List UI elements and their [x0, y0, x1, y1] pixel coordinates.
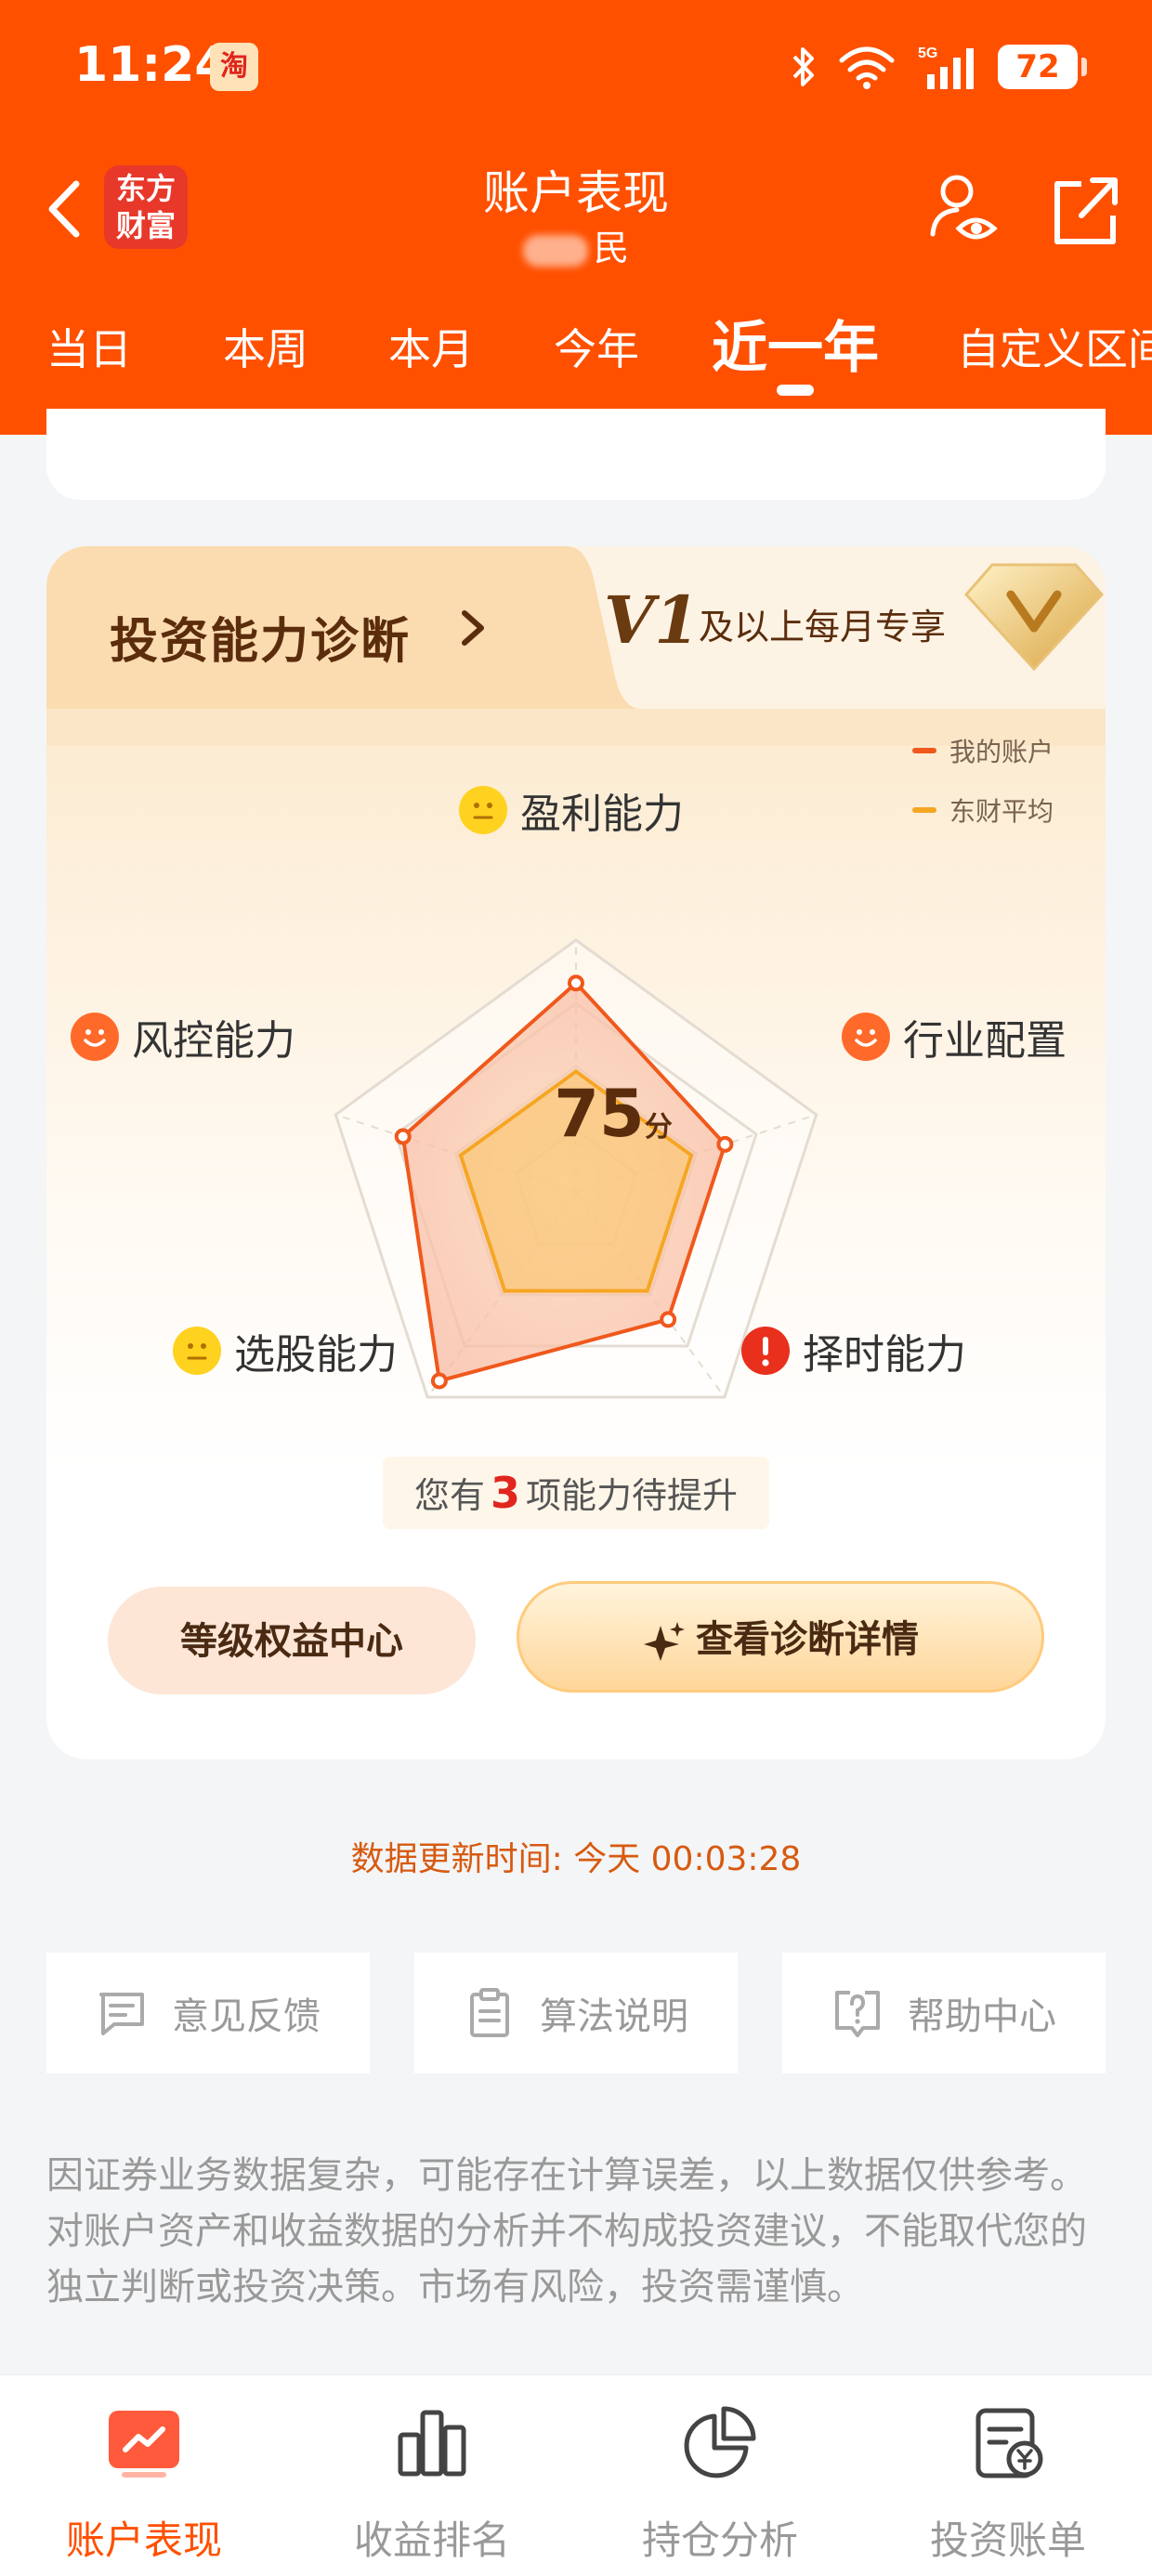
- view-diagnosis-details-button[interactable]: 查看诊断详情: [517, 1581, 1044, 1693]
- active-tab-indicator: [777, 385, 814, 396]
- radar-point: [568, 974, 584, 992]
- help-center-button[interactable]: 帮助中心: [782, 1953, 1106, 2073]
- feedback-icon: [99, 1993, 144, 2035]
- nav-label-2: 持仓分析: [641, 2517, 798, 2563]
- tab-month[interactable]: 本月: [388, 316, 474, 377]
- tab-week[interactable]: 本周: [223, 316, 308, 377]
- help-center-label: 帮助中心: [908, 1995, 1056, 2038]
- pending-count: 3: [490, 1468, 520, 1518]
- signal-icon: 5G: [918, 46, 974, 89]
- bluetooth-icon: [792, 47, 814, 86]
- nav-account-performance[interactable]: 账户表现: [0, 2403, 288, 2566]
- axis-label-text-4: 风控能力: [132, 1017, 295, 1065]
- bill-icon: [975, 2408, 1043, 2478]
- axis-label-industry: 行业配置: [842, 1007, 1067, 1066]
- disclaimer-text: 因证券业务数据复杂，可能存在计算误差，以上数据仅供参考。对账户资产和收益数据的分…: [46, 2154, 1087, 2308]
- smile-face-icon: [842, 1013, 890, 1061]
- account-name-text: 民: [593, 228, 629, 268]
- view-diagnosis-details-label: 查看诊断详情: [696, 1618, 919, 1661]
- axis-label-stock-pick: 选股能力: [173, 1321, 398, 1380]
- nav-label-1: 收益排名: [353, 2517, 510, 2563]
- radar-chart: [334, 938, 818, 1399]
- algorithm-info-label: 算法说明: [540, 1995, 688, 2038]
- overall-score: 75分: [520, 1076, 706, 1152]
- bottom-navigation: 账户表现 收益排名 持仓分析 投资账单: [0, 2374, 1152, 2576]
- tab-custom-range[interactable]: 自定义区间: [957, 316, 1152, 377]
- help-icon: [835, 1991, 880, 2037]
- axis-label-profit: 盈利能力: [459, 780, 684, 840]
- diagnosis-card: 投资能力诊断 V1 及以上每月专享 我的账户 东财平均 盈利能力 行业配置 择时…: [46, 546, 1106, 1759]
- neutral-face-icon: [459, 786, 507, 834]
- privacy-eye-icon[interactable]: [927, 167, 1001, 251]
- pending-improvements: 您有 3 项能力待提升: [383, 1457, 769, 1529]
- clipboard-icon: [470, 1988, 509, 2037]
- feedback-button[interactable]: 意见反馈: [46, 1953, 370, 2073]
- pending-suffix: 项能力待提升: [526, 1475, 739, 1516]
- algorithm-info-button[interactable]: 算法说明: [414, 1953, 738, 2073]
- app-header: 11:24 淘 5G 72 东方 财富 账户表现 民 当日 本周 本月 今年 近…: [0, 0, 1152, 435]
- radar-point: [430, 1372, 448, 1390]
- axis-label-text-1: 行业配置: [903, 1017, 1067, 1065]
- tab-year[interactable]: 今年: [554, 316, 639, 377]
- data-update-time: 数据更新时间: 今天 00:03:28: [350, 1840, 802, 1878]
- wifi-icon: [839, 46, 895, 89]
- tool-links: 意见反馈 算法说明 帮助中心: [46, 1953, 1106, 2073]
- pending-prefix: 您有: [413, 1475, 485, 1516]
- sparkle-icon: [644, 1622, 685, 1661]
- nav-label-0: 账户表现: [65, 2517, 222, 2563]
- nav-holdings-analysis[interactable]: 持仓分析: [576, 2403, 864, 2566]
- feedback-label: 意见反馈: [172, 1995, 321, 2038]
- previous-card-bottom: [46, 409, 1106, 500]
- svg-text:5G: 5G: [918, 46, 937, 61]
- trend-chart-icon: [109, 2411, 179, 2478]
- tab-today[interactable]: 当日: [46, 316, 132, 377]
- smile-face-icon: [71, 1013, 119, 1061]
- radar-point: [394, 1128, 412, 1145]
- battery-indicator: 72: [998, 45, 1087, 89]
- score-value: 75: [554, 1076, 645, 1152]
- status-icons: 5G 72: [792, 41, 1087, 93]
- nav-returns-ranking[interactable]: 收益排名: [288, 2403, 576, 2566]
- radar-point: [660, 1311, 677, 1328]
- status-bar: 11:24 淘 5G 72: [0, 0, 1152, 139]
- nav-investment-bill[interactable]: 投资账单: [864, 2403, 1152, 2566]
- status-time: 11:24: [74, 37, 229, 93]
- pie-chart-icon: [684, 2406, 756, 2478]
- radar-point: [716, 1135, 734, 1153]
- warning-icon: [741, 1327, 790, 1375]
- share-icon[interactable]: [1048, 167, 1122, 251]
- axis-label-text-0: 盈利能力: [520, 791, 684, 838]
- score-unit: 分: [644, 1111, 673, 1144]
- tab-last-year[interactable]: 近一年: [712, 303, 879, 384]
- axis-label-text-3: 选股能力: [234, 1331, 398, 1379]
- axis-label-text-2: 择时能力: [803, 1331, 966, 1379]
- masked-name: [522, 234, 588, 267]
- nav-label-3: 投资账单: [929, 2517, 1086, 2563]
- bar-chart-icon: [398, 2410, 466, 2477]
- neutral-face-icon: [173, 1327, 221, 1375]
- period-tabs: 当日 本周 本月 今年 近一年 自定义区间: [0, 297, 1152, 399]
- taobao-notification-icon: 淘: [210, 43, 258, 91]
- level-benefits-button[interactable]: 等级权益中心: [108, 1587, 476, 1694]
- axis-label-risk: 风控能力: [71, 1007, 295, 1066]
- axis-label-timing: 择时能力: [741, 1321, 966, 1380]
